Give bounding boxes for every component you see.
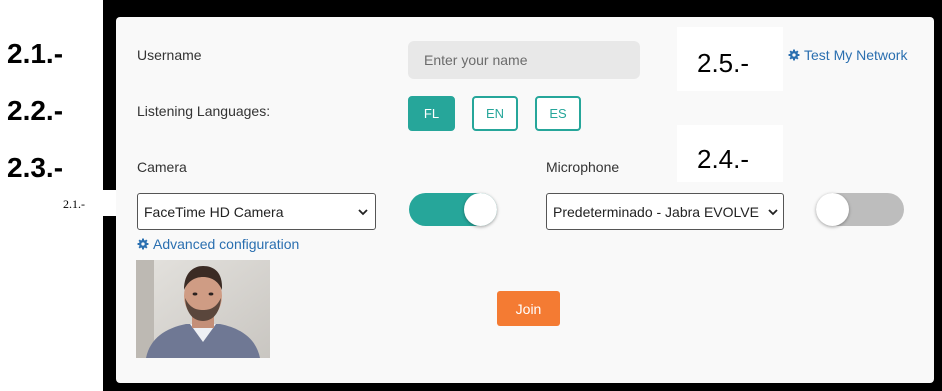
annotation-2-5: 2.5.- xyxy=(697,48,750,78)
microphone-toggle-knob xyxy=(816,193,849,226)
username-input[interactable] xyxy=(408,41,640,79)
microphone-label: Microphone xyxy=(546,159,620,175)
gear-icon xyxy=(788,49,800,61)
annotation-2-1-small: 2.1.- xyxy=(63,197,85,211)
advanced-configuration-link[interactable]: Advanced configuration xyxy=(137,236,299,252)
test-network-link[interactable]: Test My Network xyxy=(788,47,907,63)
camera-toggle-knob xyxy=(464,193,497,226)
username-label: Username xyxy=(137,47,202,63)
camera-preview-image xyxy=(136,260,270,358)
camera-label: Camera xyxy=(137,159,187,175)
annotation-2-1-small-box xyxy=(103,190,116,216)
language-en-button[interactable]: EN xyxy=(472,96,518,131)
gear-icon xyxy=(137,238,149,250)
camera-select[interactable]: FaceTime HD Camera xyxy=(137,193,376,230)
join-button[interactable]: Join xyxy=(497,291,560,326)
annotation-2-3: 2.3.- xyxy=(7,152,64,183)
camera-preview xyxy=(136,260,270,358)
microphone-select[interactable]: Predeterminado - Jabra EVOLVE xyxy=(546,193,784,230)
language-fl-button[interactable]: FL xyxy=(408,96,455,131)
camera-toggle[interactable] xyxy=(409,193,497,226)
annotation-2-2: 2.2.- xyxy=(7,95,64,126)
microphone-select-value: Predeterminado - Jabra EVOLVE xyxy=(553,203,759,220)
camera-select-value: FaceTime HD Camera xyxy=(144,203,284,220)
chevron-down-icon xyxy=(768,208,778,215)
chevron-down-icon xyxy=(358,208,368,215)
test-network-label: Test My Network xyxy=(804,47,908,63)
microphone-toggle[interactable] xyxy=(816,193,904,226)
language-es-button[interactable]: ES xyxy=(535,96,581,131)
advanced-configuration-label: Advanced configuration xyxy=(153,236,300,252)
listening-languages-label: Listening Languages: xyxy=(137,103,271,119)
annotation-2-4: 2.4.- xyxy=(697,144,750,174)
annotation-2-1: 2.1.- xyxy=(7,38,64,69)
